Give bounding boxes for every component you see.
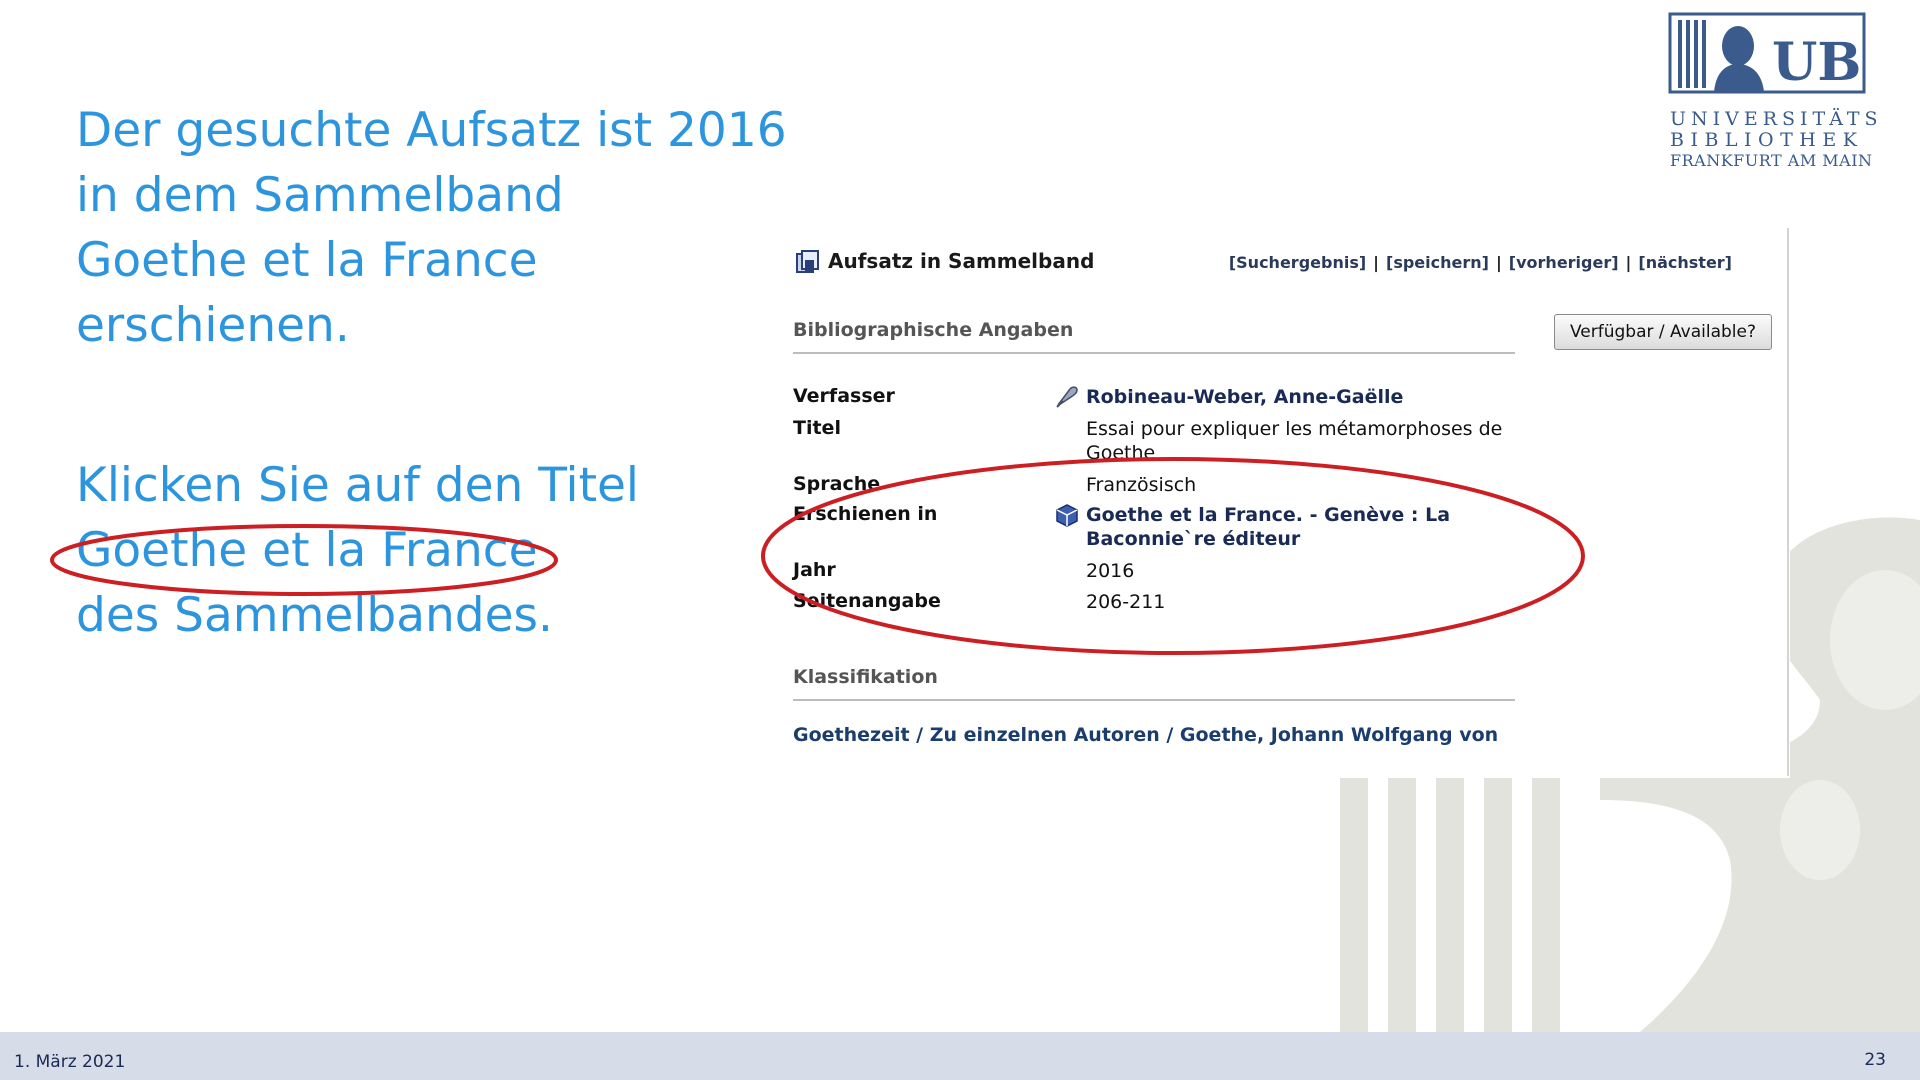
record-type-title: Aufsatz in Sammelband <box>828 249 1095 273</box>
nav-separator: | <box>1495 253 1502 272</box>
nav-search-results-link[interactable]: [Suchergebnis] <box>1229 253 1366 272</box>
panel-right-border <box>1787 228 1789 776</box>
section-title-classification: Klassifikation <box>793 666 938 688</box>
instruction-line: in dem Sammelband <box>76 168 564 223</box>
nav-previous-link[interactable]: [vorheriger] <box>1509 253 1619 272</box>
author-quill-icon <box>1056 386 1078 408</box>
instruction-line: Klicken Sie auf den Titel <box>76 458 639 513</box>
ub-logo-text: UB <box>1772 32 1861 93</box>
logo-line-universitaets: UNIVERSITÄTS <box>1670 108 1883 130</box>
section-title-bibliographic: Bibliographische Angaben <box>793 319 1074 341</box>
footer-date: 1. März 2021 <box>14 1052 126 1072</box>
section-divider <box>793 352 1515 354</box>
nav-separator: | <box>1373 253 1379 272</box>
instruction-line: Goethe et la France <box>76 233 538 288</box>
university-library-logo: UB UNIVERSITÄTS BIBLIOTHEK FRANKFURT AM … <box>1668 12 1878 172</box>
ub-logo-mark-icon: UB <box>1668 12 1866 94</box>
highlight-oval-right <box>761 457 1585 655</box>
instruction-paragraph-1: Der gesuchte Aufsatz ist 2016 in dem Sam… <box>76 98 787 358</box>
slide-page-number: 23 <box>1864 1050 1886 1070</box>
nav-next-link[interactable]: [nächster] <box>1638 253 1732 272</box>
section-divider <box>793 699 1515 701</box>
slide-footer: 1. März 2021 23 <box>0 1032 1920 1080</box>
logo-line-frankfurt: FRANKFURT AM MAIN <box>1670 151 1873 170</box>
availability-button[interactable]: Verfügbar / Available? <box>1554 314 1772 350</box>
highlight-oval-left <box>50 524 558 596</box>
logo-line-bibliothek: BIBLIOTHEK <box>1670 129 1864 151</box>
instruction-line: Der gesuchte Aufsatz ist 2016 <box>76 103 787 158</box>
author-link[interactable]: Robineau-Weber, Anne-Gaëlle <box>1086 385 1516 409</box>
field-label-title: Titel <box>793 417 841 439</box>
field-label-author: Verfasser <box>793 385 895 407</box>
nav-save-link[interactable]: [speichern] <box>1386 253 1489 272</box>
record-navigation: [Suchergebnis] | [speichern] | [vorheriger] |… <box>1229 253 1732 272</box>
instruction-line: erschienen. <box>76 298 350 353</box>
article-in-collection-icon <box>796 250 819 273</box>
nav-separator: | <box>1625 253 1632 272</box>
classification-link[interactable]: Goethezeit / Zu einzelnen Autoren / Goet… <box>793 723 1533 748</box>
